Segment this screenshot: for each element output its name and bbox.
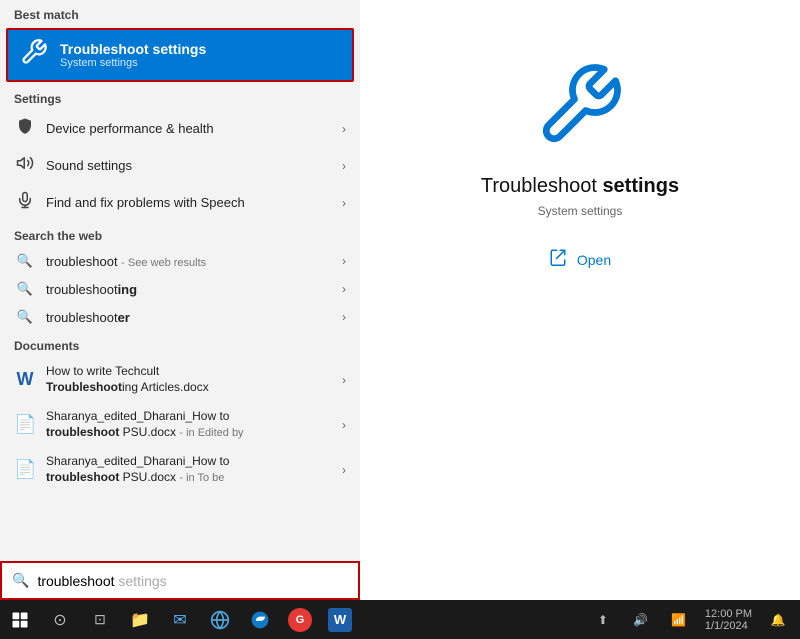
detail-panel: Troubleshoot settings System settings Op… (360, 0, 800, 600)
search-bar-text: troubleshoot settings (37, 573, 166, 589)
arrow-icon-2: › (342, 196, 346, 210)
taskbar-red-icon-button[interactable]: G (280, 600, 320, 639)
device-performance-label: Device performance & health (46, 121, 332, 136)
documents-label: Documents (0, 331, 360, 357)
web-troubleshooter-label: troubleshooter (46, 310, 332, 325)
search-bar[interactable]: 🔍 troubleshoot settings (0, 561, 360, 600)
taskbar-edge-button[interactable] (240, 600, 280, 639)
taskbar: ⊙ ⊡ 📁 ✉ G W ⬆ 🔊 📶 12:00 PM 1/1/2024 (0, 600, 800, 639)
settings-item-speech[interactable]: Find and fix problems with Speech › (0, 184, 360, 221)
doc-icon-2: 📄 (14, 459, 36, 480)
settings-item-device[interactable]: Device performance & health › (0, 110, 360, 147)
taskbar-fileexplorer-button[interactable]: 📁 (120, 600, 160, 639)
doc-content-1: Sharanya_edited_Dharani_How to troublesh… (46, 409, 332, 440)
best-match-subtitle: System settings (60, 57, 206, 69)
detail-icon (535, 60, 625, 155)
notifications-button[interactable]: 🔔 (760, 600, 796, 639)
web-item-troubleshooter[interactable]: 🔍 troubleshooter › (0, 303, 360, 331)
taskbar-mail-button[interactable]: ✉ (160, 600, 200, 639)
arrow-icon-3: › (342, 254, 346, 268)
wrench-icon (20, 38, 48, 72)
word-doc-icon-0: W (14, 369, 36, 390)
doc-item-2[interactable]: 📄 Sharanya_edited_Dharani_How to trouble… (0, 447, 360, 492)
search-icon-2: 🔍 (14, 309, 36, 325)
open-label: Open (577, 252, 611, 268)
search-typed-text: troubleshoot (37, 573, 114, 589)
detail-title: Troubleshoot settings (481, 175, 679, 198)
tray-icon-1[interactable]: 🔊 (623, 600, 659, 639)
doc-item-0[interactable]: W How to write Techcult Troubleshooting … (0, 357, 360, 402)
settings-label: Settings (0, 84, 360, 110)
taskbar-taskview-button[interactable]: ⊡ (80, 600, 120, 639)
arrow-icon-0: › (342, 122, 346, 136)
system-clock: 12:00 PM 1/1/2024 (699, 608, 758, 632)
shield-icon (14, 117, 36, 140)
microphone-icon (14, 191, 36, 214)
doc-item-1[interactable]: 📄 Sharanya_edited_Dharani_How to trouble… (0, 402, 360, 447)
arrow-icon-1: › (342, 159, 346, 173)
tray-icon-2[interactable]: 📶 (661, 600, 697, 639)
doc-content-2: Sharanya_edited_Dharani_How to troublesh… (46, 454, 332, 485)
web-troubleshooting-label: troubleshooting (46, 282, 332, 297)
web-item-troubleshooting[interactable]: 🔍 troubleshooting › (0, 275, 360, 303)
best-match-item[interactable]: Troubleshoot settings System settings (6, 28, 354, 82)
start-button[interactable] (0, 600, 40, 639)
best-match-label: Best match (0, 0, 360, 26)
settings-item-sound[interactable]: Sound settings › (0, 147, 360, 184)
tray-icon-0[interactable]: ⬆ (585, 600, 621, 639)
doc-content-0: How to write Techcult Troubleshooting Ar… (46, 364, 332, 395)
speech-label: Find and fix problems with Speech (46, 195, 332, 210)
open-button[interactable]: Open (549, 248, 611, 271)
best-match-content: Troubleshoot settings System settings (60, 41, 206, 69)
system-tray: ⬆ 🔊 📶 12:00 PM 1/1/2024 🔔 (585, 600, 800, 639)
search-results-panel: Best match Troubleshoot settings System … (0, 0, 360, 600)
search-web-label: Search the web (0, 221, 360, 247)
doc-icon-1: 📄 (14, 414, 36, 435)
search-placeholder-text: settings (115, 573, 167, 589)
search-icon-1: 🔍 (14, 281, 36, 297)
web-troubleshoot-label: troubleshoot - See web results (46, 254, 332, 269)
taskbar-search-button[interactable]: ⊙ (40, 600, 80, 639)
sound-icon (14, 154, 36, 177)
search-icon-0: 🔍 (14, 253, 36, 269)
arrow-icon-8: › (342, 463, 346, 477)
taskbar-word-button[interactable]: W (320, 600, 360, 639)
best-match-title: Troubleshoot settings (60, 41, 206, 57)
detail-subtitle: System settings (538, 204, 623, 218)
arrow-icon-7: › (342, 418, 346, 432)
sound-settings-label: Sound settings (46, 158, 332, 173)
arrow-icon-4: › (342, 282, 346, 296)
web-item-troubleshoot[interactable]: 🔍 troubleshoot - See web results › (0, 247, 360, 275)
taskbar-browser1-button[interactable] (200, 600, 240, 639)
open-icon (549, 248, 567, 271)
arrow-icon-5: › (342, 310, 346, 324)
arrow-icon-6: › (342, 373, 346, 387)
search-bar-icon: 🔍 (12, 572, 29, 589)
